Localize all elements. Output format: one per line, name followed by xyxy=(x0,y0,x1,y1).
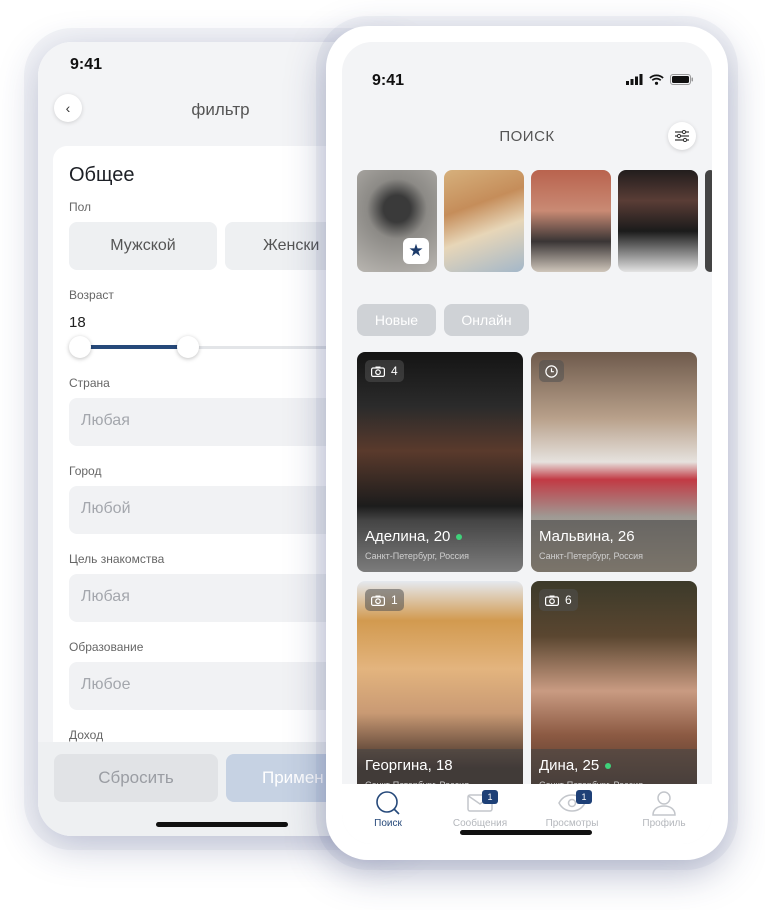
messages-badge: 1 xyxy=(482,790,498,804)
story-photo[interactable] xyxy=(705,170,712,272)
photo-count-badge: 1 xyxy=(365,589,404,611)
goal-label: Цель знакомства xyxy=(69,552,165,566)
home-indicator xyxy=(156,822,288,827)
status-time: 9:41 xyxy=(372,72,405,89)
profile-location: Санкт-Петербург, Россия xyxy=(539,551,644,561)
star-icon: ★ xyxy=(403,238,429,264)
profile-name: Аделина, 20 xyxy=(365,528,451,545)
education-label: Образование xyxy=(69,640,144,654)
gender-label: Пол xyxy=(69,200,92,214)
status-time: 9:41 xyxy=(70,56,103,73)
search-icon xyxy=(376,791,400,815)
story-photo[interactable] xyxy=(531,170,611,272)
age-track-fill xyxy=(79,345,189,349)
profile-card[interactable]: Мальвина, 26 Санкт-Петербург, Россия xyxy=(531,352,697,572)
country-select[interactable]: Любая xyxy=(69,398,369,446)
profile-name: Георгина, 18 xyxy=(365,757,453,774)
user-icon xyxy=(652,791,676,816)
country-label: Страна xyxy=(69,376,110,390)
signal-icon xyxy=(626,74,643,85)
city-label: Город xyxy=(69,464,102,478)
profile-name: Дина, 25 xyxy=(539,757,600,774)
profile-card[interactable]: 4 Аделина, 20 Санкт-Петербург, Россия xyxy=(357,352,523,572)
wifi-icon xyxy=(649,74,664,85)
tab-views[interactable]: 1 Просмотры xyxy=(526,788,618,829)
profile-location: Санкт-Петербург, Россия xyxy=(365,551,470,561)
tab-label: Просмотры xyxy=(545,818,599,829)
search-screen: 9:41 ПОИСК ★ Новые Онлайн 4 Аделина, 20 … xyxy=(342,42,712,844)
photo-count: 6 xyxy=(565,593,572,607)
sliders-icon xyxy=(675,130,689,142)
age-label: Возраст xyxy=(69,288,114,302)
tab-label: Поиск xyxy=(374,818,402,829)
section-title: Общее xyxy=(69,164,135,186)
education-select[interactable]: Любое xyxy=(69,662,369,710)
tab-bar: Поиск 1 Сообщения 1 Просмотры Профиль xyxy=(342,784,712,844)
story-avatar[interactable]: ★ xyxy=(357,170,437,272)
chip-online[interactable]: Онлайн xyxy=(444,304,529,336)
search-phone: 9:41 ПОИСК ★ Новые Онлайн 4 Аделина, 20 … xyxy=(326,26,728,860)
camera-icon xyxy=(371,366,385,377)
tab-profile[interactable]: Профиль xyxy=(618,788,710,829)
views-badge: 1 xyxy=(576,790,592,804)
profile-name: Мальвина, 26 xyxy=(539,528,635,545)
camera-icon xyxy=(371,595,385,606)
filter-button[interactable] xyxy=(668,122,696,150)
gender-option-male[interactable]: Мужской xyxy=(69,222,217,270)
story-photo[interactable] xyxy=(618,170,698,272)
age-max-handle[interactable] xyxy=(177,336,199,358)
tab-search[interactable]: Поиск xyxy=(342,788,434,829)
status-icons xyxy=(626,74,694,85)
battery-icon xyxy=(670,74,693,85)
tab-messages[interactable]: 1 Сообщения xyxy=(434,788,526,829)
tab-label: Сообщения xyxy=(452,818,508,829)
photo-count-badge: 6 xyxy=(539,589,578,611)
page-title: ПОИСК xyxy=(499,128,555,145)
photo-count: 4 xyxy=(391,364,398,378)
online-indicator xyxy=(605,762,612,769)
chip-new[interactable]: Новые xyxy=(357,304,436,336)
online-indicator xyxy=(456,533,463,540)
reset-button[interactable]: Сбросить xyxy=(54,754,218,802)
age-min-handle[interactable] xyxy=(69,336,91,358)
photo-count: 1 xyxy=(391,593,398,607)
home-indicator xyxy=(460,830,592,835)
city-select[interactable]: Любой xyxy=(69,486,369,534)
profile-card[interactable]: 1 Георгина, 18 Санкт-Петербург, Россия xyxy=(357,581,523,801)
profile-card[interactable]: 6 Дина, 25 Санкт-Петербург, Россия xyxy=(531,581,697,801)
income-label: Доход xyxy=(69,728,104,742)
camera-icon xyxy=(545,595,559,606)
tab-label: Профиль xyxy=(642,818,686,829)
age-value: 18 xyxy=(69,314,86,331)
story-photo[interactable] xyxy=(444,170,524,272)
profile-info: Мальвина, 26 Санкт-Петербург, Россия xyxy=(531,520,697,572)
profile-info: Аделина, 20 Санкт-Петербург, Россия xyxy=(357,520,523,572)
clock-icon xyxy=(545,364,558,378)
goal-select[interactable]: Любая xyxy=(69,574,369,622)
recent-badge xyxy=(539,360,564,382)
photo-count-badge: 4 xyxy=(365,360,404,382)
